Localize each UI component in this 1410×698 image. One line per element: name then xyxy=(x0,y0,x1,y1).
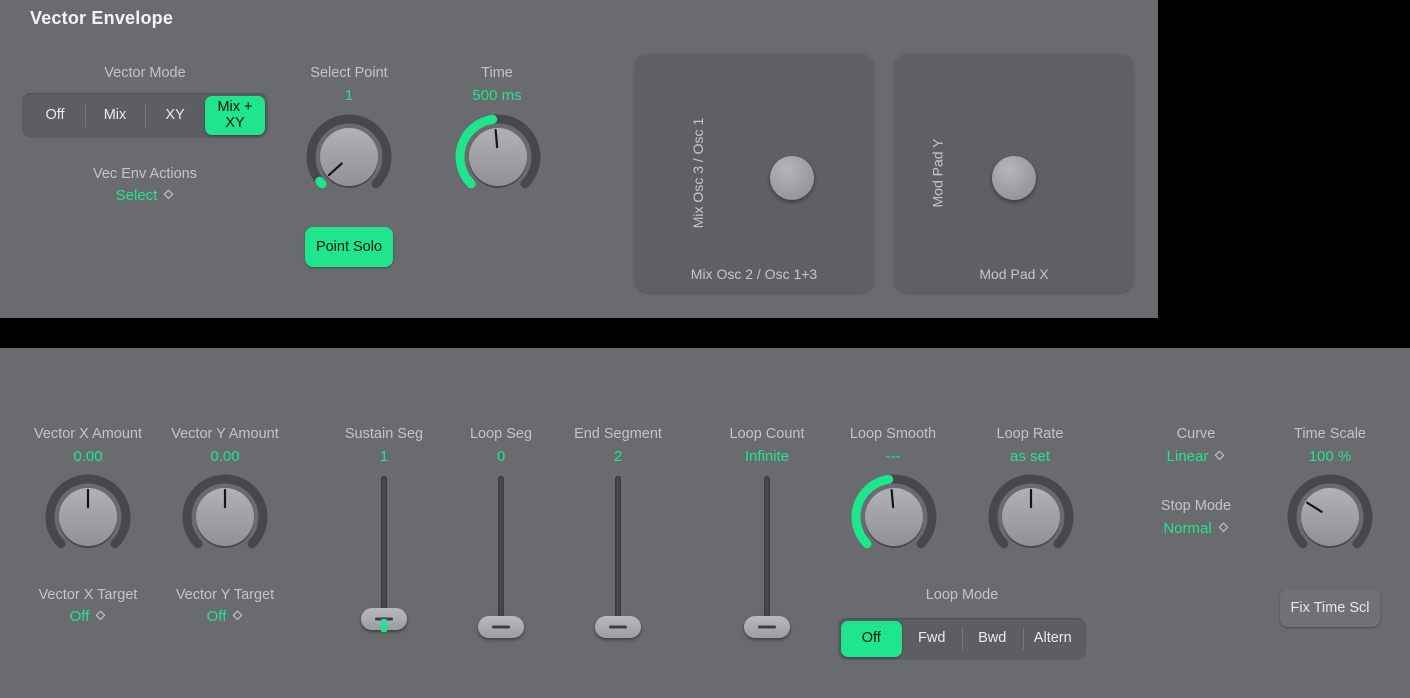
chevron-updown-icon xyxy=(232,610,243,624)
time-scale-value: 100 % xyxy=(1230,448,1410,465)
sustain-seg-slider[interactable] xyxy=(361,476,407,646)
loop-smooth-knob[interactable] xyxy=(851,474,937,560)
vector-envelope-bottom-panel: Vector X Amount 0.00 Vector X Target Off… xyxy=(0,348,1410,698)
knob-cap xyxy=(1301,488,1359,546)
mod-xy-pad-handle[interactable] xyxy=(992,156,1036,200)
knob-pointer xyxy=(496,130,497,147)
curve-value: Linear xyxy=(1167,448,1209,465)
stop-mode-label: Stop Mode xyxy=(1096,498,1296,514)
loop-mode-option-off[interactable]: Off xyxy=(841,621,902,657)
fix-time-scl-button[interactable]: Fix Time Scl xyxy=(1280,589,1380,627)
vector-mode-segmented-control[interactable]: OffMixXYMix + XY xyxy=(22,93,268,138)
vector-mode-option-off[interactable]: Off xyxy=(25,96,85,135)
loop-seg-slider[interactable] xyxy=(478,476,524,646)
vector-y-target-popup[interactable]: Off xyxy=(125,608,325,625)
slider-green-indicator xyxy=(381,619,387,632)
vector-mode-label: Vector Mode xyxy=(45,65,245,81)
knob-value-arc xyxy=(320,181,322,184)
vector-x-target-value: Off xyxy=(70,608,90,625)
knob-cap xyxy=(865,488,923,546)
time-scale-knob[interactable] xyxy=(1287,474,1373,560)
knob-pointer xyxy=(892,490,893,507)
chevron-updown-icon xyxy=(95,610,106,624)
loop-mode-option-bwd[interactable]: Bwd xyxy=(962,621,1023,657)
slider-track[interactable] xyxy=(764,476,770,628)
loop-rate-knob[interactable] xyxy=(988,474,1074,560)
mod-xy-pad-x-label: Mod Pad X xyxy=(895,266,1133,282)
vector-envelope-top-panel: Vector Envelope Vector Mode OffMixXYMix … xyxy=(0,0,1158,318)
time-label: Time xyxy=(397,65,597,81)
knob-cap xyxy=(320,128,378,186)
slider-handle[interactable] xyxy=(478,616,524,638)
vector-y-target-label: Vector Y Target xyxy=(125,587,325,603)
loop-count-slider[interactable] xyxy=(744,476,790,646)
chevron-updown-icon xyxy=(1218,522,1229,536)
slider-track[interactable] xyxy=(381,476,387,628)
vec-env-actions-popup[interactable]: Select xyxy=(45,187,245,204)
end-segment-slider[interactable] xyxy=(595,476,641,646)
page-title: Vector Envelope xyxy=(30,8,173,29)
slider-track[interactable] xyxy=(498,476,504,628)
mix-xy-pad-y-label: Mix Osc 3 / Osc 1 xyxy=(690,118,706,228)
loop-mode-segmented-control[interactable]: OffFwdBwdAltern xyxy=(838,618,1086,660)
vec-env-actions-label: Vec Env Actions xyxy=(45,166,245,182)
vector-envelope-window: Vector Envelope Vector Mode OffMixXYMix … xyxy=(0,0,1410,698)
stop-mode-value: Normal xyxy=(1163,520,1211,537)
vector-y-amount-knob[interactable] xyxy=(182,474,268,560)
loop-mode-option-fwd[interactable]: Fwd xyxy=(902,621,963,657)
vector-x-amount-knob[interactable] xyxy=(45,474,131,560)
stop-mode-popup[interactable]: Normal xyxy=(1096,520,1296,537)
loop-mode-option-altern[interactable]: Altern xyxy=(1023,621,1084,657)
select-point-knob[interactable] xyxy=(306,114,392,200)
mod-xy-pad-y-label: Mod Pad Y xyxy=(930,138,946,207)
chevron-updown-icon xyxy=(163,189,174,203)
time-value: 500 ms xyxy=(397,87,597,104)
knob-cap xyxy=(469,128,527,186)
loop-mode-label: Loop Mode xyxy=(862,587,1062,603)
vector-mode-option-xy[interactable]: XY xyxy=(145,96,205,135)
vector-mode-option-mix[interactable]: Mix xyxy=(85,96,145,135)
time-knob[interactable] xyxy=(455,114,541,200)
vector-y-target-value: Off xyxy=(207,608,227,625)
mix-xy-pad[interactable]: Mix Osc 3 / Osc 1 Mix Osc 2 / Osc 1+3 xyxy=(635,54,873,292)
time-scale-label: Time Scale xyxy=(1230,426,1410,442)
slider-handle[interactable] xyxy=(744,616,790,638)
mix-xy-pad-x-label: Mix Osc 2 / Osc 1+3 xyxy=(635,266,873,282)
mix-xy-pad-handle[interactable] xyxy=(770,156,814,200)
point-solo-button[interactable]: Point Solo xyxy=(305,227,393,267)
vec-env-actions-value: Select xyxy=(116,187,158,204)
slider-track[interactable] xyxy=(615,476,621,628)
chevron-updown-icon xyxy=(1214,450,1225,464)
slider-handle[interactable] xyxy=(595,616,641,638)
mod-xy-pad[interactable]: Mod Pad Y Mod Pad X xyxy=(895,54,1133,292)
